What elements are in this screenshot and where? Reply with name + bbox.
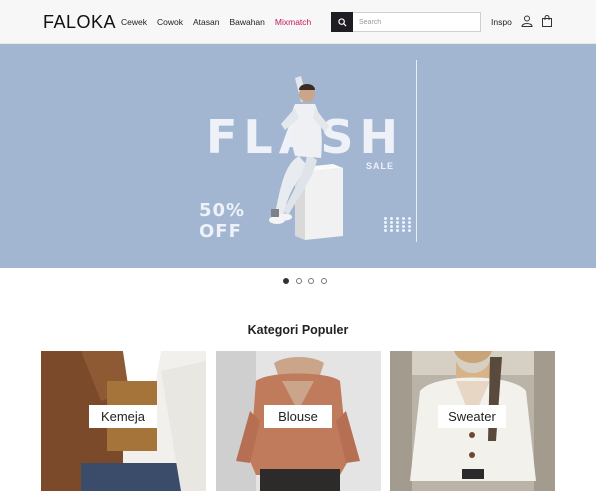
carousel-dot-3[interactable] bbox=[308, 278, 314, 284]
carousel-dot-2[interactable] bbox=[295, 278, 302, 284]
category-card-blouse[interactable]: Blouse bbox=[216, 351, 381, 491]
nav-item-cowok[interactable]: Cowok bbox=[157, 17, 183, 27]
category-section-title: Kategori Populer bbox=[247, 323, 349, 337]
search-icon bbox=[337, 17, 347, 27]
banner-subtitle: SALE bbox=[366, 161, 395, 171]
dot-pattern bbox=[384, 217, 413, 232]
category-label-blouse: Blouse bbox=[264, 405, 332, 428]
category-card-sweater[interactable]: Sweater bbox=[390, 351, 555, 491]
search-button[interactable] bbox=[331, 12, 353, 32]
carousel-dot-1[interactable] bbox=[283, 278, 289, 284]
category-card-kemeja[interactable]: Kemeja bbox=[41, 351, 206, 491]
site-logo[interactable]: FALOKA bbox=[43, 12, 116, 33]
banner-model-image bbox=[269, 76, 343, 240]
user-icon[interactable] bbox=[521, 15, 533, 27]
carousel-indicators bbox=[283, 278, 333, 284]
site-header: FALOKA Cewek Cowok Atasan Bawahan Mixmat… bbox=[0, 0, 596, 44]
hero-banner[interactable]: FLASH SALE 50% OFF bbox=[0, 44, 596, 268]
banner-discount-off: OFF bbox=[199, 221, 242, 242]
nav-item-bawahan[interactable]: Bawahan bbox=[229, 17, 264, 27]
carousel-dot-4[interactable] bbox=[320, 278, 327, 284]
banner-discount: 50% OFF bbox=[199, 200, 245, 242]
search-bar bbox=[331, 12, 481, 32]
category-label-kemeja: Kemeja bbox=[89, 405, 157, 428]
category-label-sweater: Sweater bbox=[438, 405, 506, 428]
search-input[interactable] bbox=[353, 12, 481, 32]
shopping-bag-icon[interactable] bbox=[541, 15, 553, 27]
inspo-link[interactable]: Inspo bbox=[491, 17, 512, 27]
nav-item-atasan[interactable]: Atasan bbox=[193, 17, 219, 27]
nav-item-mixmatch[interactable]: Mixmatch bbox=[275, 17, 311, 27]
nav-item-cewek[interactable]: Cewek bbox=[121, 17, 147, 27]
banner-divider bbox=[416, 60, 417, 242]
banner-discount-percent: 50% bbox=[199, 200, 246, 221]
main-nav: Cewek Cowok Atasan Bawahan Mixmatch bbox=[121, 17, 321, 27]
